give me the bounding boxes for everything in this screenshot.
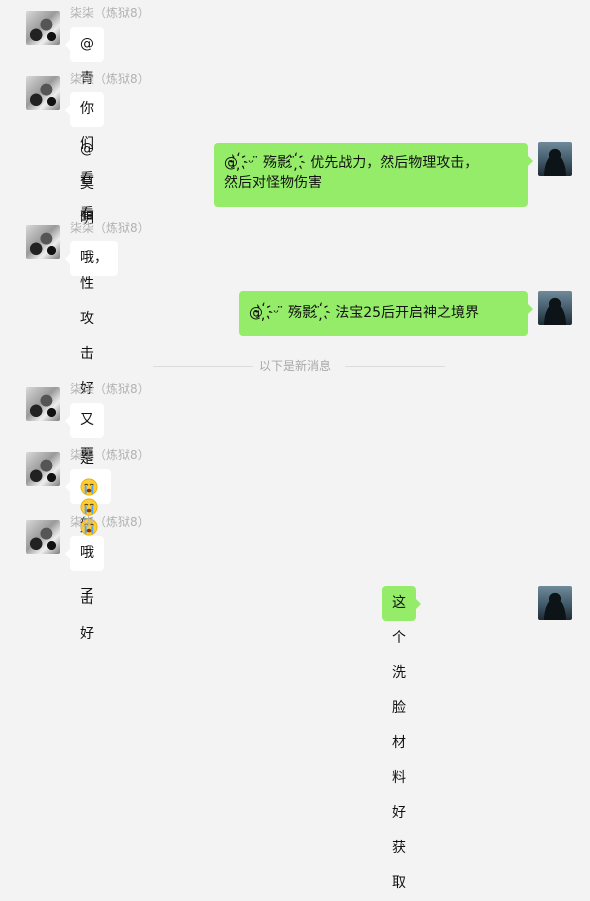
message-bubble[interactable]: 你们看看属性攻击好还是物理攻击好 [65, 92, 104, 642]
message-bubble[interactable]: 哦， [65, 241, 118, 276]
my-avatar[interactable] [538, 291, 572, 325]
sender-avatar[interactable] [26, 520, 60, 554]
divider-label: 以下是新消息 [258, 359, 331, 373]
sender-avatar[interactable] [26, 76, 60, 110]
message-bubble[interactable]: @青莲 @莫明 [65, 27, 104, 227]
message-bubble[interactable]: @ ҉ᵕ ̈ 殇影 ̈ ҉ 优先战力，然后物理攻击， 然后对怪物伤害 [214, 143, 533, 207]
my-avatar[interactable] [538, 586, 572, 620]
sender-name: 柒柒（炼狱8） [70, 221, 150, 235]
message-bubble[interactable]: @ ҉ᵕ ̈ 殇影 ̈ ҉ 法宝25后开启神之境界 [239, 291, 533, 336]
sender-name: 柒柒（炼狱8） [70, 72, 150, 86]
sender-avatar[interactable] [26, 225, 60, 259]
message-bubble[interactable]: 哦 [65, 536, 104, 571]
message-bubble[interactable]: 又要重新洗了 [65, 403, 104, 603]
sender-name: 柒柒（炼狱8） [70, 515, 150, 529]
sender-name: 柒柒（炼狱8） [70, 6, 150, 20]
sender-name: 柒柒（炼狱8） [70, 382, 150, 396]
crying-face-emoji [80, 478, 98, 496]
new-messages-divider: 以下是新消息 [0, 357, 590, 375]
sender-avatar[interactable] [26, 11, 60, 45]
divider-line [345, 366, 445, 367]
message-line: 然后对怪物伤害 [224, 175, 322, 191]
message-bubble[interactable]: 这个洗脸材料好获取 [382, 586, 421, 891]
sender-avatar[interactable] [26, 387, 60, 421]
message-line: @ ҉ᵕ ̈ 殇影 ̈ ҉ 优先战力，然后物理攻击， [224, 155, 479, 171]
my-avatar[interactable] [538, 142, 572, 176]
sender-avatar[interactable] [26, 452, 60, 486]
message-bubble[interactable] [65, 469, 111, 556]
sender-name: 柒柒（炼狱8） [70, 448, 150, 462]
